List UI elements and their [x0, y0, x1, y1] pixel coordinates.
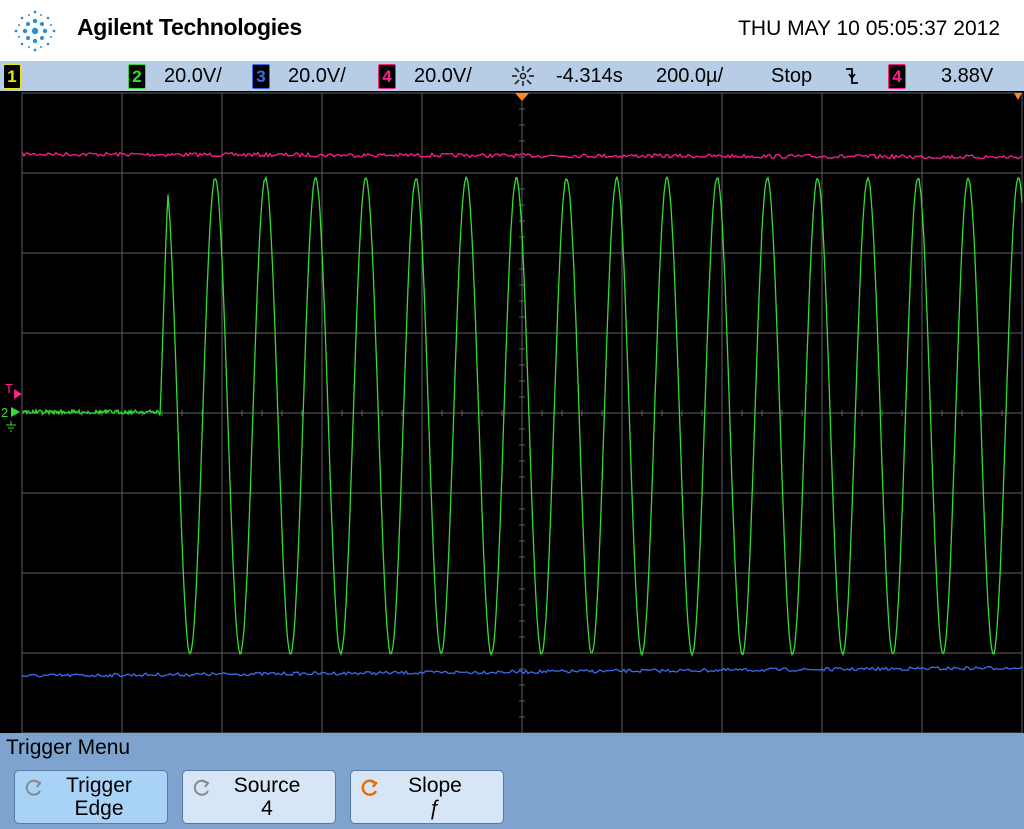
trigger-menu: Trigger Menu Trigger Edge Source 4 Slope… — [0, 733, 1024, 829]
menu-title: Trigger Menu — [6, 736, 131, 759]
header: Agilent Technologies THU MAY 10 05:05:37… — [0, 0, 1024, 61]
agilent-spark-logo-icon — [14, 10, 56, 52]
falling-edge-icon — [846, 68, 858, 84]
softkey-label: Trigger — [66, 774, 132, 797]
status-bar: 1 2 20.0V/ 3 20.0V/ 4 20.0V/ -4.314s 200… — [0, 61, 1024, 91]
trigger-level-marker-icon — [14, 389, 22, 399]
trigger-level: 3.88V — [941, 65, 994, 87]
timebase-delay-icon — [512, 66, 534, 86]
ch4-badge[interactable]: 4 — [378, 64, 396, 89]
offscreen-marker-icon — [1014, 93, 1022, 100]
ch2-ground-marker-label: 2 — [1, 405, 8, 420]
ch4-scale: 20.0V/ — [414, 65, 472, 87]
trigger-type-softkey[interactable]: Trigger Edge — [14, 770, 168, 824]
source-softkey[interactable]: Source 4 — [182, 770, 336, 824]
ch3-badge[interactable]: 3 — [252, 64, 270, 89]
trigger-position-marker-icon — [515, 93, 529, 101]
run-state: Stop — [771, 65, 813, 87]
ground-symbol-icon — [6, 421, 16, 432]
waveform-canvas: T 2 — [1, 92, 1023, 733]
ch2-scale: 20.0V/ — [164, 65, 222, 87]
graticule — [21, 92, 1023, 733]
trigger-level-marker-label: T — [5, 381, 13, 396]
brand-name: Agilent Technologies — [77, 14, 302, 40]
softkey-value: Edge — [74, 797, 124, 820]
time-delay: -4.314s — [556, 65, 623, 87]
ch2-badge[interactable]: 2 — [128, 64, 146, 89]
softkey-value: ƒ — [429, 797, 441, 820]
waveform-display[interactable]: T 2 — [0, 91, 1024, 733]
datetime: THU MAY 10 05:05:37 2012 — [738, 17, 1000, 40]
softkey-label: Slope — [408, 774, 462, 797]
time-scale: 200.0µ/ — [656, 65, 724, 87]
ch2-ground-marker-icon — [11, 407, 20, 417]
ch3-scale: 20.0V/ — [288, 65, 346, 87]
softkey-value: 4 — [261, 797, 273, 820]
softkey-label: Source — [233, 774, 301, 797]
ch1-badge[interactable]: 1 — [3, 64, 21, 89]
trigger-source-badge[interactable]: 4 — [888, 64, 906, 89]
slope-softkey[interactable]: Slope ƒ — [350, 770, 504, 824]
